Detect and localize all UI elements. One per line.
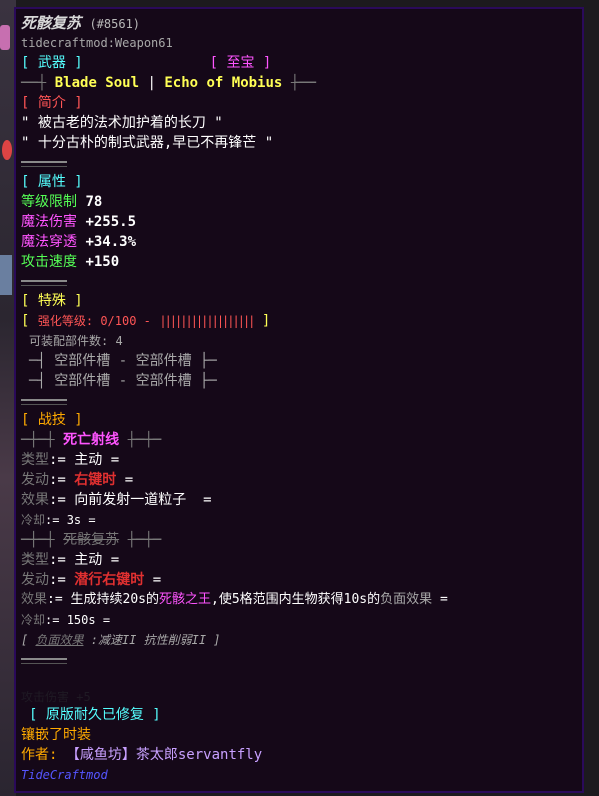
special-header: [ 特殊 ]: [21, 293, 83, 309]
field-label: 类型: [21, 552, 49, 568]
divider: [21, 280, 67, 286]
field-value: 右键时: [74, 472, 117, 488]
author-label: 作者:: [21, 747, 58, 763]
skill-field-row: 发动:= 右键时 =: [21, 472, 134, 488]
enhance-label: 强化等级: 0/100 -: [37, 314, 151, 328]
attribute-label: 等级限制: [21, 194, 77, 210]
skill-title-row: ─┼─┤ 死骸复苏 ├─┼─: [21, 530, 577, 550]
mod-name: TideCraftmod: [21, 768, 108, 782]
type-tag: [ 武器 ]: [21, 55, 83, 71]
attribute-label: 攻击速度: [21, 254, 77, 270]
footnote-text: :减速II 抗性削弱II ]: [90, 633, 221, 647]
attribute-value: +255.5: [85, 214, 137, 230]
soul-deco-left: ──┤: [21, 75, 47, 91]
field-label: 发动: [21, 472, 49, 488]
negative-effect-label: 负面效果: [380, 592, 433, 607]
attribute-row: 等级限制 78: [21, 192, 577, 212]
attributes-header: [ 属性 ]: [21, 174, 83, 190]
divider-row: [21, 391, 577, 410]
skill-deco-right: ├─┼─: [127, 532, 162, 548]
divider-row: [21, 153, 577, 172]
intro-header: [ 简介 ]: [21, 95, 83, 111]
skill-field-row: 效果:= 生成持续20s的死骸之王,使5格范围内生物获得10s的负面效果 =: [21, 592, 448, 607]
attribute-label: 魔法穿透: [21, 234, 77, 250]
divider: [21, 399, 67, 405]
field-label: 类型: [21, 452, 49, 468]
soul-deco-right: ├──: [290, 75, 317, 91]
skill-deco-right: ├─┼─: [127, 432, 162, 448]
field-value: ,使5格范围内生物获得10s的: [211, 592, 381, 607]
field-value: 主动: [74, 552, 103, 568]
skill-name: 死亡射线: [63, 432, 120, 448]
footnote-bracket: [: [21, 633, 29, 647]
field-label: 冷却: [21, 513, 46, 527]
item-name: 死骸复苏: [21, 14, 82, 32]
attribute-value: 78: [85, 194, 103, 210]
item-tags-row: [ 武器 ] [ 至宝 ]: [21, 53, 577, 73]
soul-name: Blade Soul: [54, 75, 140, 91]
background-item-icon: [0, 25, 10, 50]
attribute-value: +150: [85, 254, 120, 270]
divider: [21, 658, 67, 664]
slots-label: 可装配部件数: 4: [29, 334, 123, 348]
field-value: 向前发射一道粒子: [74, 492, 187, 508]
field-value: 150s: [66, 613, 96, 627]
item-id: (#8561): [89, 17, 141, 31]
author-row: 作者: 【咸鱼坊】茶太郎servantfly: [21, 745, 577, 765]
negative-effect-link[interactable]: 负面效果: [35, 633, 83, 647]
field-value: 3s: [66, 513, 82, 527]
skill-deco-left: ─┼─┤: [21, 532, 55, 548]
skill-deco-left: ─┼─┤: [21, 432, 55, 448]
attribute-row: 攻击速度 +150: [21, 252, 577, 272]
slot-row: ─┤ 空部件槽 - 空部件槽 ├─: [29, 373, 217, 389]
divider: [21, 161, 67, 167]
rarity-tag: [ 至宝 ]: [209, 55, 272, 71]
enhance-row: [ 强化等级: 0/100 - |||||||||||||||||| ]: [21, 311, 577, 331]
repair-status: [ 原版耐久已修复 ]: [29, 707, 161, 723]
skill-field-row: 发动:= 潜行右键时 =: [21, 572, 162, 588]
author-value: 【咸鱼坊】茶太郎servantfly: [65, 747, 263, 763]
intro-line: " 被古老的法术加护着的长刀 ": [21, 115, 223, 131]
summon-name: 死骸之王: [158, 592, 211, 607]
skill-field-row: 类型:= 主动 =: [21, 452, 120, 468]
divider-row: [21, 272, 577, 291]
skill-title-row: ─┼─┤ 死亡射线 ├─┼─: [21, 430, 577, 450]
soul-row: ──┤ Blade Soul | Echo of Mobius ├──: [21, 73, 577, 93]
skill-field-row: 冷却:= 3s =: [21, 513, 96, 527]
skills-header: [ 战技 ]: [21, 412, 83, 428]
item-registry: tidecraftmod:Weapon61: [21, 36, 173, 50]
skill-name: 死骸复苏: [63, 532, 120, 548]
skill-field-row: 类型:= 主动 =: [21, 552, 120, 568]
soul-separator: |: [147, 75, 156, 91]
skill-field-row: 效果:= 向前发射一道粒子 =: [21, 492, 212, 508]
background-item-icon: [2, 140, 12, 160]
enhance-progress-bar: ||||||||||||||||||: [159, 314, 255, 328]
skin-status: 镶嵌了时装: [21, 727, 91, 743]
attribute-row: 魔法穿透 +34.3%: [21, 232, 577, 252]
divider-row: [21, 650, 577, 669]
field-label: 效果: [21, 592, 48, 607]
field-label: 冷却: [21, 613, 46, 627]
item-title-row: 死骸复苏 (#8561): [21, 13, 577, 33]
enhance-bracket-open: [: [21, 313, 30, 329]
intro-line: " 十分古朴的制式武器,早已不再锋芒 ": [21, 135, 274, 151]
attribute-row: 魔法伤害 +255.5: [21, 212, 577, 232]
hidden-attack-line: 攻击伤害 +5: [21, 690, 91, 704]
skill-field-row: 冷却:= 150s =: [21, 613, 111, 627]
field-value: 生成持续20s的: [70, 592, 159, 607]
soul-echo: Echo of Mobius: [164, 75, 283, 91]
item-tooltip: 死骸复苏 (#8561) tidecraftmod:Weapon61 [ 武器 …: [14, 7, 584, 793]
footnote-row: [ 负面效果 :减速II 抗性削弱II ]: [21, 630, 577, 650]
field-label: 发动: [21, 572, 49, 588]
field-label: 效果: [21, 492, 49, 508]
attribute-label: 魔法伤害: [21, 214, 77, 230]
attribute-value: +34.3%: [85, 234, 137, 250]
field-value: 主动: [74, 452, 103, 468]
enhance-bracket-close: ]: [261, 313, 271, 329]
field-value: 潜行右键时: [74, 572, 145, 588]
background-item-icon: [0, 255, 12, 295]
slot-row: ─┤ 空部件槽 - 空部件槽 ├─: [29, 353, 217, 369]
